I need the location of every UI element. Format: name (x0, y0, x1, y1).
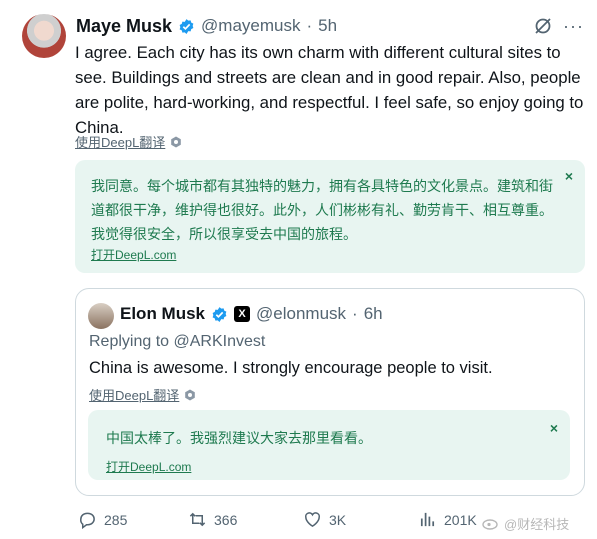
bar-chart-icon (420, 512, 435, 527)
quoted-tweet[interactable]: Elon Musk X @elonmusk · 6h Replying to @… (75, 288, 585, 496)
quote-translation-text: 中国太棒了。我强烈建议大家去那里看看。 (106, 430, 372, 446)
retweet-count: 366 (214, 511, 238, 528)
gear-icon[interactable] (184, 389, 196, 401)
quote-text: China is awesome. I strongly encourage p… (89, 359, 493, 377)
like-button[interactable]: 3K (303, 510, 346, 529)
quote-time[interactable]: 6h (364, 304, 383, 324)
author-name[interactable]: Maye Musk (76, 16, 172, 37)
views-count: 201K (444, 511, 477, 528)
replying-to: Replying to @ARKInvest (89, 333, 266, 350)
translation-box: 我同意。每个城市都有其独特的魅力，拥有各具特色的文化景点。建筑和街道都很干净，维… (75, 160, 585, 273)
reply-button[interactable]: 285 (78, 510, 127, 529)
quote-translation-box: 中国太棒了。我强烈建议大家去那里看看。 × 打开DeepL.com (88, 410, 570, 480)
heart-icon (305, 512, 320, 528)
separator-dot: · (306, 16, 313, 35)
tweet-header: Maye Musk @mayemusk · 5h (76, 14, 337, 38)
open-deepl-link[interactable]: 打开DeepL.com (91, 246, 176, 263)
more-options-icon[interactable]: ··· (563, 16, 585, 36)
tweet-time[interactable]: 5h (318, 16, 337, 36)
open-deepl-link[interactable]: 打开DeepL.com (106, 458, 191, 475)
translate-link[interactable]: 使用DeepL翻译 (89, 385, 179, 404)
quote-author-name[interactable]: Elon Musk (120, 304, 205, 324)
reply-count: 285 (104, 511, 128, 528)
close-icon[interactable]: × (565, 168, 573, 184)
quote-author-handle[interactable]: @elonmusk (256, 304, 346, 324)
tweet-text: I agree. Each city has its own charm wit… (75, 43, 584, 137)
retweet-button[interactable]: 366 (188, 510, 237, 529)
quote-header: Elon Musk X @elonmusk · 6h (120, 304, 383, 324)
reply-icon (80, 512, 95, 529)
author-handle[interactable]: @mayemusk (201, 16, 300, 36)
weibo-logo-icon (482, 519, 498, 530)
close-icon[interactable]: × (550, 420, 558, 436)
x-affiliate-badge-icon: X (234, 306, 251, 322)
author-avatar[interactable] (22, 14, 66, 58)
verified-badge-icon (179, 18, 194, 34)
views-button[interactable]: 201K (418, 510, 477, 529)
verified-badge-icon (212, 306, 227, 322)
grok-icon[interactable] (533, 16, 553, 36)
like-count: 3K (329, 511, 347, 528)
translation-text: 我同意。每个城市都有其独特的魅力，拥有各具特色的文化景点。建筑和街道都很干净，维… (91, 178, 553, 242)
quote-translate-row[interactable]: 使用DeepL翻译 (89, 385, 196, 404)
translate-row[interactable]: 使用DeepL翻译 (75, 132, 182, 151)
separator-dot: · (352, 304, 358, 323)
retweet-icon (189, 512, 206, 527)
translate-link[interactable]: 使用DeepL翻译 (75, 132, 165, 151)
watermark: @财经科技 (482, 512, 597, 534)
watermark-text: @财经科技 (504, 516, 570, 532)
gear-icon[interactable] (170, 136, 182, 148)
quote-author-avatar[interactable] (88, 303, 114, 329)
